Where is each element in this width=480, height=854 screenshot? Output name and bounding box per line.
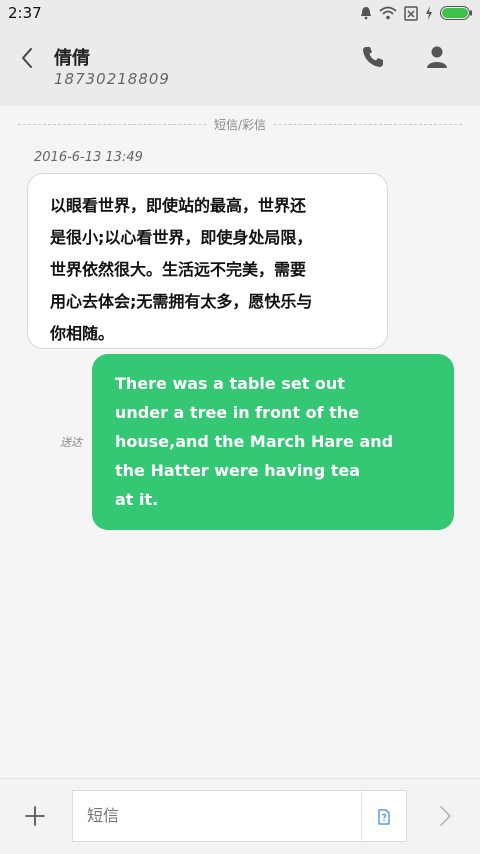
battery-icon: [440, 6, 472, 20]
status-icons: [360, 4, 472, 22]
contact-name[interactable]: 倩倩: [54, 44, 90, 70]
wifi-icon: [379, 6, 397, 20]
incoming-message-bubble[interactable]: 以眼看世界，即使站的最高，世界还 是很小;以心看世界，即使身处局限， 世界依然很…: [27, 173, 388, 349]
plus-icon[interactable]: [22, 803, 48, 829]
outgoing-message-bubble[interactable]: There was a table set out under a tree i…: [92, 354, 454, 530]
input-separator: [361, 791, 362, 841]
message-timestamp: 2016-6-13 13:49: [34, 150, 143, 165]
message-type-label: 短信/彩信: [207, 116, 273, 133]
send-arrow-icon[interactable]: [432, 803, 458, 829]
back-arrow-icon[interactable]: [14, 44, 42, 72]
sim-card-icon[interactable]: [376, 809, 392, 825]
message-line: 用心去体会;无需拥有太多，愿快乐与: [50, 292, 313, 311]
message-line: There was a table set out: [115, 374, 345, 393]
message-line: 以眼看世界，即使站的最高，世界还: [50, 196, 307, 215]
charging-icon: [426, 6, 432, 20]
message-line: 你相随。: [50, 324, 115, 343]
delivery-status: 送达: [60, 436, 82, 449]
message-input-box: [72, 790, 407, 842]
person-icon[interactable]: [424, 44, 450, 70]
conversation-header: 倩倩 18730218809: [0, 26, 480, 106]
message-line: 是很小;以心看世界，即使身处局限，: [50, 228, 313, 247]
message-line: house,and the March Hare and: [115, 432, 394, 451]
message-line: the Hatter were having tea: [115, 461, 361, 480]
bell-icon: [361, 7, 371, 20]
status-bar: 2:37: [0, 0, 480, 26]
message-line: 世界依然很大。生活远不完美，需要: [50, 260, 307, 279]
message-line: at it.: [115, 490, 159, 509]
message-line: under a tree in front of the: [115, 403, 360, 422]
contact-phone-number: 18730218809: [54, 70, 170, 88]
message-input[interactable]: [87, 806, 337, 825]
status-time: 2:37: [8, 4, 42, 22]
sim-off-icon: [404, 5, 418, 21]
phone-icon[interactable]: [360, 44, 386, 70]
compose-bar: [0, 778, 480, 854]
